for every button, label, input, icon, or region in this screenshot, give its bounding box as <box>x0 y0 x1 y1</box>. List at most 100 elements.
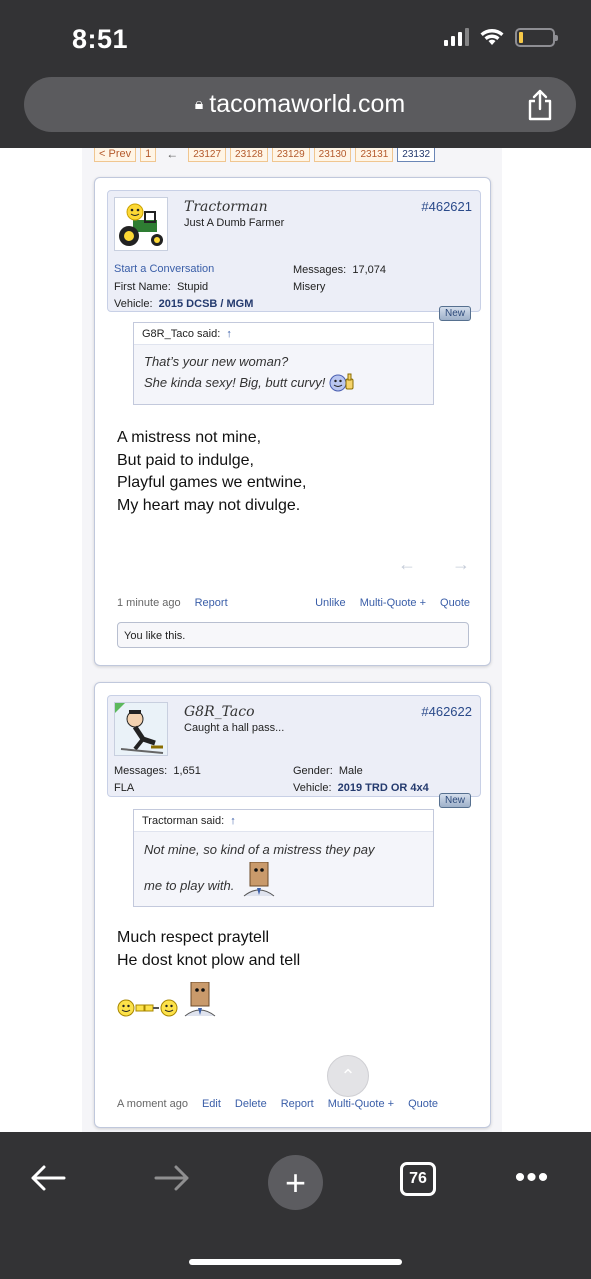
first-name-value: Stupid <box>176 281 209 293</box>
post-462621: Tractorman Just A Dumb Farmer #462621 St… <box>94 177 491 666</box>
paper-bag-head-icon <box>184 982 216 1017</box>
back-arrow-icon <box>31 1165 66 1191</box>
vehicle-value: 2019 TRD OR 4x4 <box>337 782 429 794</box>
prev-page-button[interactable]: < Prev <box>94 148 137 162</box>
home-indicator[interactable] <box>189 1259 402 1265</box>
avatar[interactable] <box>114 197 168 251</box>
wifi-icon <box>480 29 504 45</box>
quote-body: That’s your new woman? She kinda sexy! B… <box>134 345 433 399</box>
skier-avatar-icon <box>115 703 167 755</box>
post-number-link[interactable]: #462622 <box>421 704 472 719</box>
scroll-to-top-button[interactable]: ⌃ <box>327 1055 369 1097</box>
post-time: 1 minute ago <box>117 597 181 609</box>
browser-top-chrome: 8:51 🔒︎ tacomaworld.com <box>0 0 591 148</box>
address-bar[interactable]: 🔒︎ tacomaworld.com <box>24 77 576 132</box>
thumbs-up-smiley-icon <box>329 373 354 391</box>
battery-icon <box>515 27 558 47</box>
message-line: My heart may not divulge. <box>117 496 301 514</box>
location-value: Misery <box>293 281 326 293</box>
page-button[interactable]: 23131 <box>355 148 394 162</box>
multi-quote-link[interactable]: Multi-Quote + <box>328 1098 394 1110</box>
quote-line: me to play with. <box>144 878 235 893</box>
page-button[interactable]: 23130 <box>313 148 352 162</box>
more-menu-button[interactable]: ••• <box>512 1161 552 1194</box>
gender-value: Male <box>338 765 363 777</box>
lock-icon: 🔒︎ <box>194 95 204 113</box>
new-tab-button[interactable]: + <box>268 1155 323 1210</box>
start-conversation-link[interactable]: Start a Conversation <box>114 263 214 275</box>
message-line: He dost knot plow and tell <box>117 951 301 969</box>
browser-bottom-toolbar: + 76 ••• <box>0 1132 591 1279</box>
username[interactable]: G8R_Taco <box>184 704 255 720</box>
quote-line: She kinda sexy! Big, butt curvy! <box>144 375 326 390</box>
vehicle-label: Vehicle: <box>293 782 332 794</box>
status-icons <box>444 27 558 47</box>
previous-post-arrow-icon[interactable]: ← <box>398 554 416 575</box>
share-icon[interactable] <box>526 89 554 121</box>
quote-link[interactable]: Quote <box>440 597 470 609</box>
message-line: Playful games we entwine, <box>117 474 307 491</box>
post-462622: G8R_Taco Caught a hall pass... #462622 M… <box>94 682 491 1128</box>
messages-label: Messages: <box>293 264 347 276</box>
likes-summary: You like this. <box>117 622 469 648</box>
edit-link[interactable]: Edit <box>202 1098 221 1110</box>
forward-button[interactable] <box>152 1162 192 1194</box>
tab-count: 76 <box>409 1170 427 1187</box>
post-actions: 1 minute ago Report Unlike Multi-Quote +… <box>117 597 470 609</box>
quote-block: G8R_Taco said: ↑ That’s your new woman? … <box>133 322 434 405</box>
messages-count: 1,651 <box>173 765 201 777</box>
user-info-panel: Tractorman Just A Dumb Farmer #462621 St… <box>107 190 481 312</box>
quote-link[interactable]: Quote <box>408 1098 438 1110</box>
page-1-button[interactable]: 1 <box>140 148 157 162</box>
user-title: Caught a hall pass... <box>184 722 285 734</box>
quote-line: That’s your new woman? <box>144 354 289 369</box>
report-link[interactable]: Report <box>281 1098 314 1110</box>
post-message: A mistress not mine, But paid to indulge… <box>117 427 306 517</box>
pagination-top: < Prev 1 ← 23127 23128 23129 23130 23131… <box>94 148 436 162</box>
multi-quote-link[interactable]: Multi-Quote + <box>360 597 426 609</box>
delete-link[interactable]: Delete <box>235 1098 267 1110</box>
post-actions: A moment ago Edit Delete Report Multi-Qu… <box>117 1098 470 1110</box>
quote-source-arrow-icon[interactable]: ↑ <box>230 815 236 827</box>
cellular-signal-icon <box>444 28 469 46</box>
message-line: A mistress not mine, <box>117 429 262 446</box>
first-name-row: First Name: Stupid <box>114 281 208 293</box>
post-nav-arrows: ← → <box>398 554 470 575</box>
quote-line-row: She kinda sexy! Big, butt curvy! <box>144 372 423 393</box>
quote-header: Tractorman said: ↑ <box>134 810 433 832</box>
page-button[interactable]: 23128 <box>230 148 268 162</box>
status-time: 8:51 <box>72 24 129 54</box>
plus-icon: + <box>284 1161 307 1203</box>
quote-line-row: me to play with. <box>144 862 423 898</box>
messages-row: Messages: 1,651 <box>114 765 201 777</box>
tab-switcher-button[interactable]: 76 <box>400 1162 436 1196</box>
quote-block: Tractorman said: ↑ Not mine, so kind of … <box>133 809 434 907</box>
messages-row: Messages: 17,074 <box>293 264 386 276</box>
pagination-arrow-icon[interactable]: ← <box>166 148 178 161</box>
paper-bag-head-icon <box>244 862 275 897</box>
avatar[interactable] <box>114 702 168 756</box>
quote-source-arrow-icon[interactable]: ↑ <box>226 328 232 340</box>
page-button[interactable]: 23127 <box>188 148 227 162</box>
messages-label: Messages: <box>114 765 168 777</box>
next-post-arrow-icon[interactable]: → <box>452 554 470 575</box>
back-button[interactable] <box>28 1162 68 1194</box>
username[interactable]: Tractorman <box>184 199 268 215</box>
message-smilies <box>117 982 300 1018</box>
new-badge: New <box>439 306 472 321</box>
quote-line: Not mine, so kind of a mistress they pay <box>144 842 375 857</box>
more-dots-icon: ••• <box>514 1161 550 1194</box>
post-number-link[interactable]: #462621 <box>421 199 472 214</box>
user-title: Just A Dumb Farmer <box>184 217 285 229</box>
vehicle-row: Vehicle: 2015 DCSB / MGM <box>114 298 253 310</box>
message-line: But paid to indulge, <box>117 451 254 469</box>
first-name-label: First Name: <box>114 281 171 293</box>
gender-label: Gender: <box>293 765 333 777</box>
handcuffed-smilies-icon <box>117 999 178 1017</box>
user-info-panel: G8R_Taco Caught a hall pass... #462622 M… <box>107 695 481 797</box>
page-button[interactable]: 23129 <box>271 148 310 162</box>
tractor-avatar-icon <box>115 198 167 250</box>
report-link[interactable]: Report <box>195 597 228 609</box>
new-badge: New <box>439 793 472 808</box>
unlike-link[interactable]: Unlike <box>315 597 346 609</box>
